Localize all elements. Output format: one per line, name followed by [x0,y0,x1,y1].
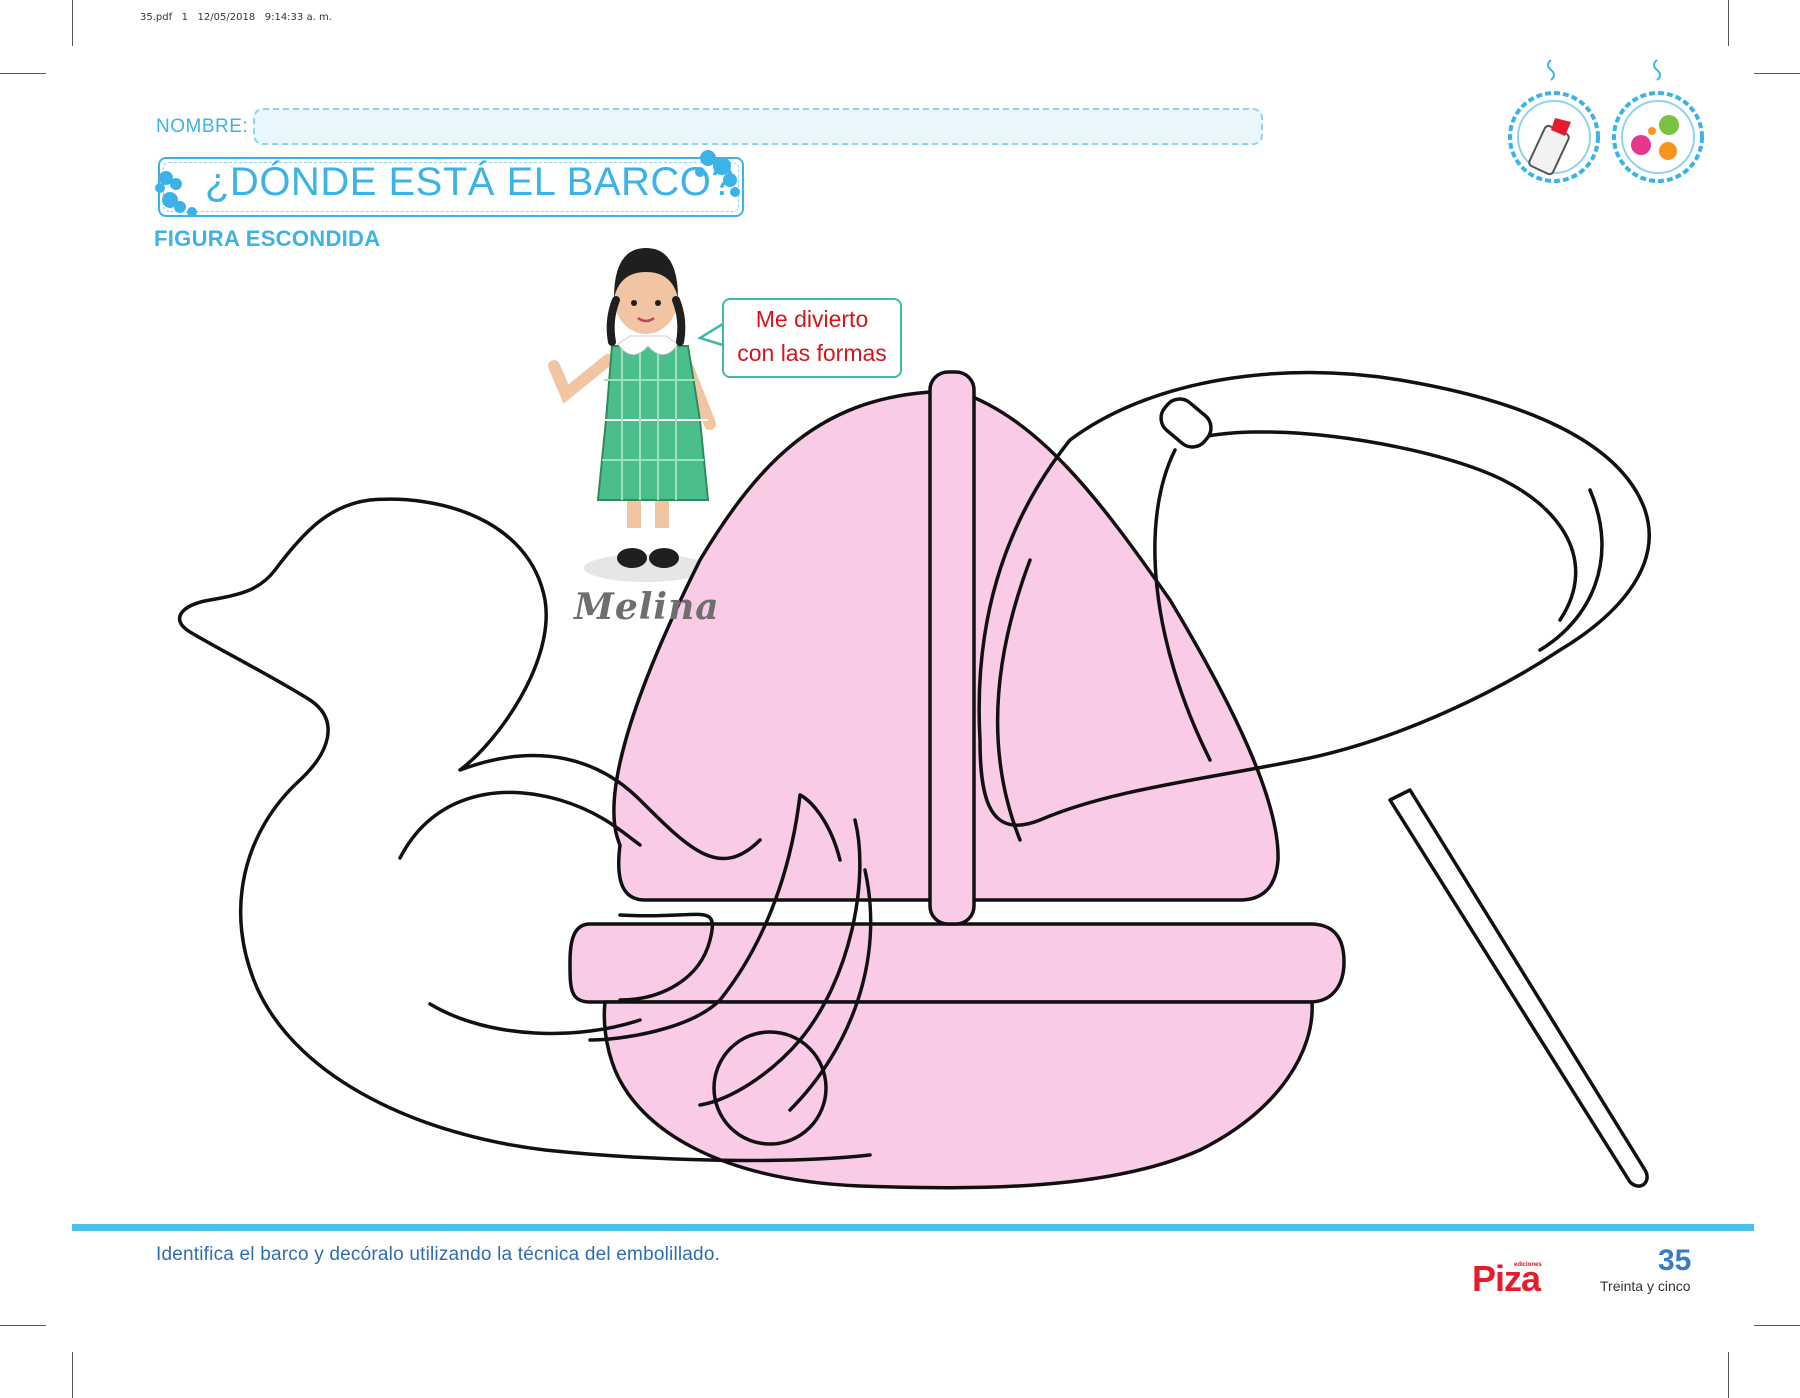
boat-mast [928,370,976,926]
melina-character [548,248,716,582]
flower-icon [155,150,740,217]
hidden-figure [177,370,1651,1190]
umbrella-tip [1159,397,1213,449]
instruction-text: Identifica el barco y decóralo utilizand… [156,1244,721,1265]
glue-bottle-icon [1508,59,1600,183]
tissue-paper-balls-icon [1612,59,1704,183]
page-number: 35 [1658,1244,1692,1277]
character-name: Melina [574,586,720,628]
speech-text: Me divierto con las formas [737,306,887,366]
brand-logo: Piza [1472,1258,1541,1299]
page-number-words: Treinta y cinco [1600,1278,1691,1294]
footer-rule [72,1224,1754,1231]
boat-deck [568,922,1346,1004]
illustration-layer [155,59,1704,1190]
umbrella-pole [1388,788,1649,1188]
